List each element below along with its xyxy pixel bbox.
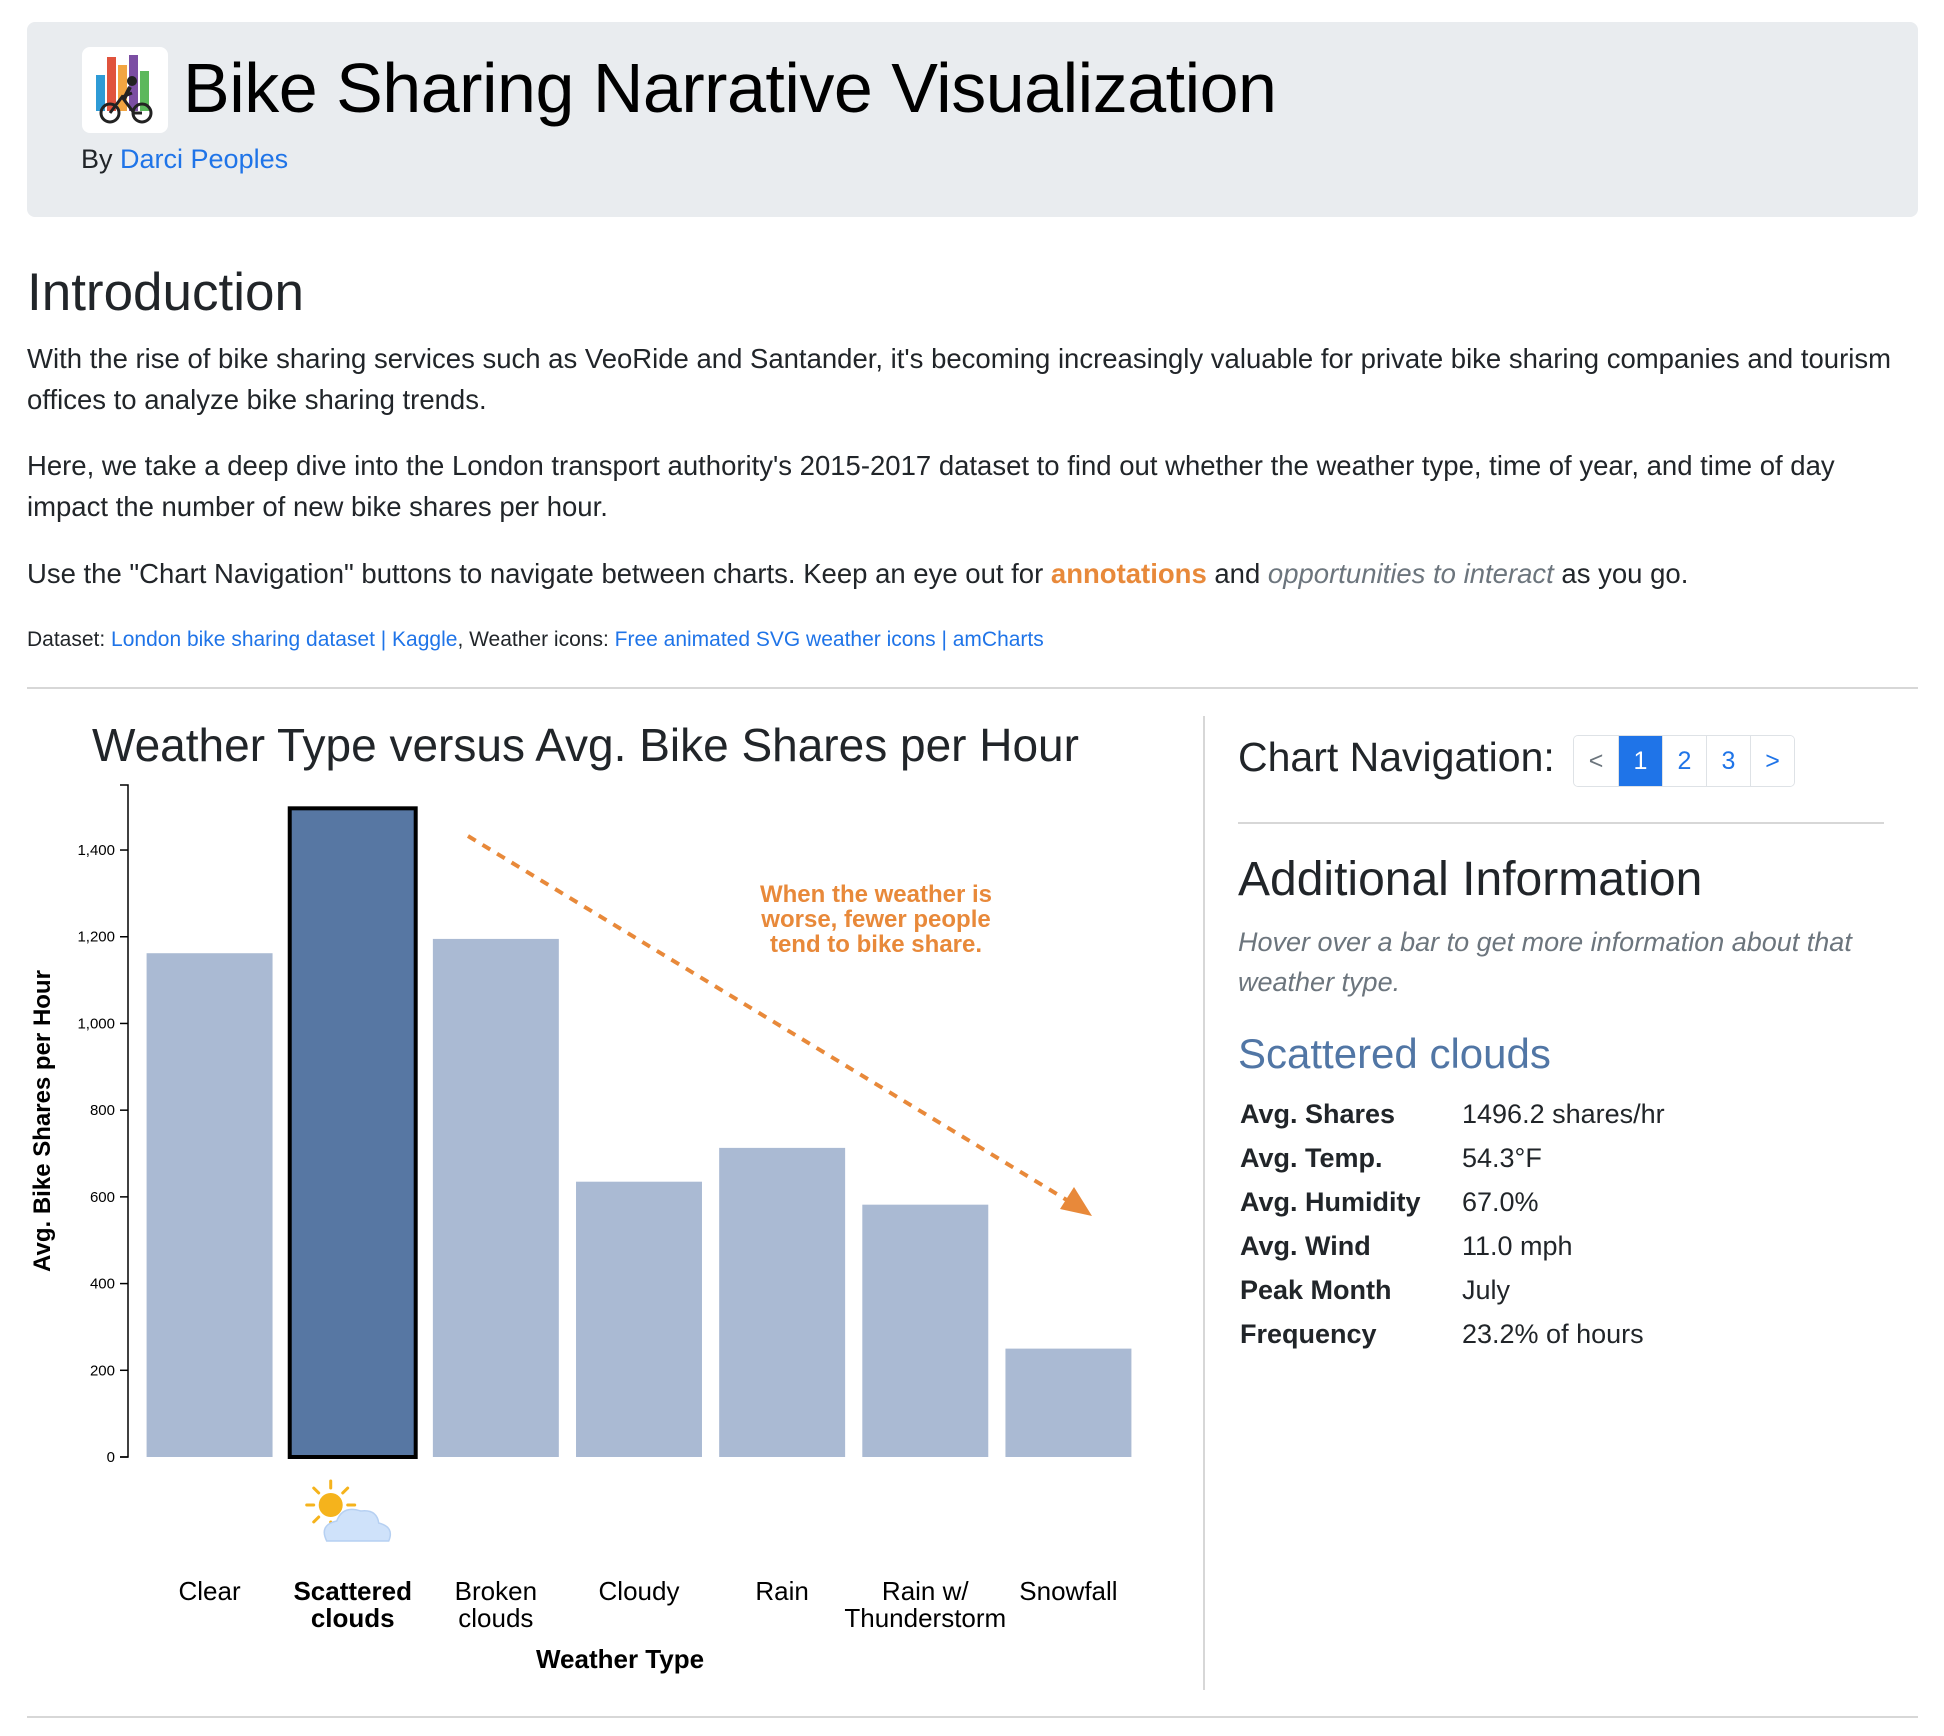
prev-page-button[interactable]: < [1574,736,1618,786]
x-tick-label: Scattered [293,1576,412,1606]
weather-bar-chart: 0 200 400 600 800 1,000 1,200 1,400 Avg. Bike Sh… [29,784,1132,1674]
detail-value: 1496.2 shares/hr [1462,1098,1665,1129]
byline-prefix: By [81,144,113,174]
x-tick-label: clouds [458,1603,533,1633]
sun-behind-cloud-icon [305,1479,392,1542]
annotation-text: tend to bike share. [770,931,982,958]
detail-row: Peak Month July [1240,1268,1665,1312]
x-tick-label: Rain w/ [882,1576,969,1606]
intro-p3-text-2: and [1206,558,1268,589]
credits-line: Dataset: London bike sharing dataset | K… [27,628,1044,652]
annotation-arrow-head [1060,1187,1092,1216]
intro-paragraph-3: Use the "Chart Navigation" buttons to na… [27,553,1917,594]
x-tick-label: Snowfall [1019,1576,1117,1606]
weather-icons-link[interactable]: Free animated SVG weather icons | amChar… [615,628,1044,651]
y-tick-label: 0 [107,1449,115,1466]
divider-side [1238,822,1884,824]
x-axis-label: Weather Type [536,1644,704,1674]
bar [862,1204,989,1457]
detail-key: Frequency [1240,1318,1377,1349]
y-tick-label: 800 [90,1102,115,1119]
detail-key: Avg. Wind [1240,1230,1371,1261]
intro-paragraph-1: With the rise of bike sharing services s… [27,343,1892,415]
y-tick-label: 1,400 [77,842,115,859]
detail-row: Avg. Humidity 67.0% [1240,1180,1665,1224]
detail-row: Avg. Wind 11.0 mph [1240,1224,1665,1268]
next-page-button[interactable]: > [1750,736,1794,786]
detail-row: Avg. Temp. 54.3°F [1240,1136,1665,1180]
byline: By Darci Peoples [81,144,288,175]
dataset-label: Dataset: [27,628,112,651]
detail-value: July [1462,1274,1511,1305]
page-3-button[interactable]: 3 [1706,736,1750,786]
y-tick-label: 1,000 [77,1015,115,1032]
divider-top [27,687,1918,689]
x-tick-label: Broken [455,1576,537,1606]
author-link[interactable]: Darci Peoples [120,144,288,174]
y-tick-label: 400 [90,1276,115,1293]
detail-key: Peak Month [1240,1274,1392,1305]
bar-highlighted [287,806,418,1459]
page-title: Bike Sharing Narrative Visualization [183,49,1277,127]
detail-value: 67.0% [1462,1186,1539,1217]
page-header: Bike Sharing Narrative Visualization By … [27,22,1918,217]
detail-value: 23.2% of hours [1462,1318,1644,1349]
intro-paragraph-2: Here, we take a deep dive into the Londo… [27,450,1835,522]
bar [1005,1348,1132,1457]
y-tick-label: 600 [90,1189,115,1206]
x-tick-label: Rain [755,1576,808,1606]
y-axis-label: Avg. Bike Shares per Hour [29,970,56,1272]
detail-value: 11.0 mph [1462,1230,1573,1261]
detail-row: Avg. Shares 1496.2 shares/hr [1240,1092,1665,1136]
detail-row: Frequency 23.2% of hours [1240,1312,1665,1356]
detail-key: Avg. Humidity [1240,1186,1421,1217]
annotation-text: worse, fewer people [760,906,990,933]
x-tick-label: Cloudy [599,1576,680,1606]
intro-p3-text-1: Use the "Chart Navigation" buttons to na… [27,558,1051,589]
weather-details-table: Avg. Shares 1496.2 shares/hr Avg. Temp. 54… [1240,1092,1665,1356]
dataset-link[interactable]: London bike sharing dataset | Kaggle [111,628,457,651]
additional-info-heading: Additional Information [1238,853,1703,906]
annotations-highlight: annotations [1050,558,1207,589]
bar [576,1181,702,1457]
interact-highlight: opportunities to interact [1267,558,1554,589]
divider-bottom [27,1716,1918,1718]
x-tick-label: Thunderstorm [844,1603,1006,1633]
x-tick-label: Clear [179,1576,241,1606]
detail-key: Avg. Shares [1240,1098,1396,1129]
detail-value: 54.3°F [1462,1142,1542,1173]
intro-heading: Introduction [27,263,304,322]
page-2-button[interactable]: 2 [1662,736,1706,786]
icons-label: , Weather icons: [457,628,615,651]
page-1-button[interactable]: 1 [1618,736,1662,786]
x-tick-label: clouds [311,1603,395,1633]
annotation-text: When the weather is [760,881,992,908]
detail-key: Avg. Temp. [1240,1142,1383,1173]
bar [146,953,273,1457]
bar [719,1147,846,1457]
y-tick-label: 1,200 [77,929,115,946]
bar [432,938,559,1457]
intro-p3-text-3: as you go. [1553,558,1689,589]
chart-navigation-label: Chart Navigation: [1238,734,1555,780]
chart-pagination: < 1 2 3 > [1573,735,1795,787]
bike-sharing-logo-icon [82,47,168,133]
hover-hint: Hover over a bar to get more information… [1238,927,1852,997]
selected-weather-name: Scattered clouds [1238,1030,1551,1077]
y-tick-label: 200 [90,1362,115,1379]
column-divider [1203,716,1205,1690]
y-axis-line [120,784,129,1458]
